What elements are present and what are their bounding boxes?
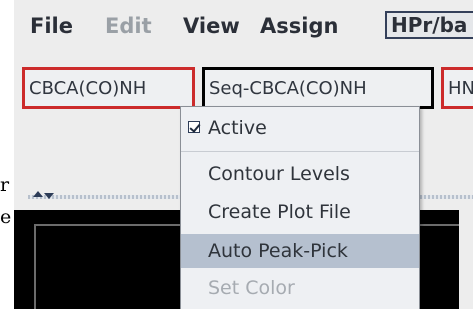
menu-edit[interactable]: Edit xyxy=(105,12,152,40)
menu-item-label: Create Plot File xyxy=(208,201,351,223)
menu-divider xyxy=(181,151,419,152)
menubar: File Edit View Assign HPr/ba xyxy=(14,0,473,56)
tab-seq-cbca-co-nh[interactable]: Seq-CBCA(CO)NH xyxy=(202,67,434,109)
stray-text-2: e xyxy=(0,206,12,228)
tab-cbca-co-nh[interactable]: CBCA(CO)NH xyxy=(22,67,195,109)
menu-item-set-color[interactable]: Set Color xyxy=(181,271,419,305)
tab-context-menu: Active Contour Levels Create Plot File A… xyxy=(180,106,420,309)
menu-item-create-plot-file[interactable]: Create Plot File xyxy=(181,195,419,229)
menu-item-label: Contour Levels xyxy=(208,163,350,185)
menu-view[interactable]: View xyxy=(183,12,240,40)
menu-item-auto-peak-pick[interactable]: Auto Peak-Pick xyxy=(181,234,419,268)
triangle-up-icon[interactable] xyxy=(33,191,43,197)
menu-item-contour-levels[interactable]: Contour Levels xyxy=(181,157,419,191)
page: r e File Edit View Assign HPr/ba CBCA(CO… xyxy=(0,0,473,309)
tab-hn[interactable]: HN xyxy=(441,67,473,109)
menu-item-active[interactable]: Active xyxy=(181,111,419,145)
menu-assign[interactable]: Assign xyxy=(260,12,338,40)
triangle-down-icon[interactable] xyxy=(44,193,54,199)
assign-combo-box[interactable]: HPr/ba xyxy=(385,11,473,39)
menu-item-label: Set Color xyxy=(208,277,295,299)
menu-file[interactable]: File xyxy=(30,12,73,40)
menu-item-active-label: Active xyxy=(208,117,267,139)
menu-item-label: Auto Peak-Pick xyxy=(208,240,348,262)
stray-text-1: r xyxy=(0,174,10,196)
checkbox-check-icon[interactable] xyxy=(188,121,200,133)
